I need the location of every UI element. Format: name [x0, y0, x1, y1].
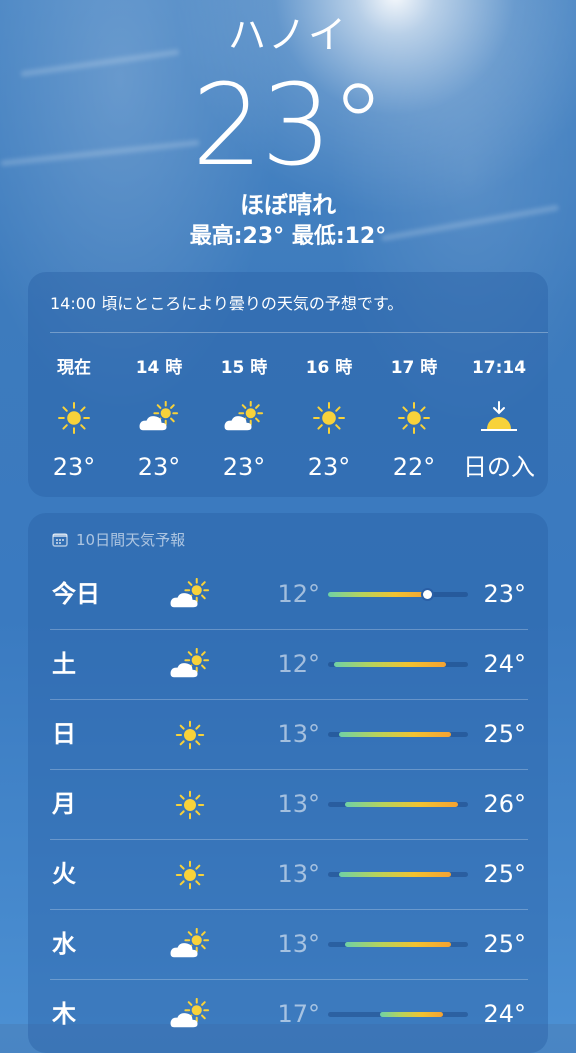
hourly-item: 14 時 23°: [119, 356, 199, 482]
day-label: 土: [52, 650, 76, 678]
hourly-temp: 22°: [392, 453, 436, 481]
high-temp: 23°: [483, 580, 526, 608]
temp-range-fill: [339, 732, 452, 737]
day-label: 今日: [52, 580, 100, 608]
sunset-icon: [459, 396, 539, 440]
hourly-item: 17 時 22°: [374, 356, 454, 482]
daily-row[interactable]: 日 13° 25°: [50, 699, 528, 769]
low-temp: 13°: [277, 930, 320, 958]
divider: [50, 332, 548, 333]
temp-range-fill: [379, 1012, 443, 1017]
hourly-time: 14 時: [135, 358, 183, 378]
daily-row[interactable]: 火 13° 25°: [50, 839, 528, 909]
low-temp: 12°: [277, 650, 320, 678]
current-weather-header: ハノイ 23° ほぼ晴れ 最高:23° 最低:12°: [0, 0, 576, 252]
temp-range-fill: [328, 592, 429, 597]
partly-cloudy-icon: [168, 643, 212, 687]
hourly-temp: 23°: [307, 453, 351, 481]
hourly-temp: 23°: [222, 453, 266, 481]
sun-icon: [374, 396, 454, 440]
high-temp: 26°: [483, 790, 526, 818]
high-temp: 24°: [483, 650, 526, 678]
sun-icon: [168, 713, 212, 757]
day-label: 水: [52, 930, 76, 958]
day-label: 月: [52, 790, 76, 818]
ten-day-title: 10日間天気予報: [52, 529, 185, 550]
temp-range-bar: [328, 872, 468, 877]
day-label: 日: [52, 720, 76, 748]
partly-cloudy-icon: [168, 923, 212, 967]
hourly-temp: 23°: [137, 453, 181, 481]
temp-range-bar: [328, 590, 468, 599]
hourly-summary: 14:00 頃にところにより曇りの天気の予想です。: [50, 294, 404, 313]
sun-icon: [34, 396, 114, 440]
hourly-time: 17:14: [471, 358, 527, 378]
ten-day-forecast-card[interactable]: 10日間天気予報 今日 12° 23° 土 12° 24° 日 13° 25° …: [28, 513, 548, 1053]
temp-range-fill: [333, 662, 446, 667]
partly-cloudy-icon: [119, 396, 199, 440]
sun-icon: [168, 853, 212, 897]
daily-row[interactable]: 木 17° 24°: [50, 979, 528, 1049]
low-temp: 17°: [277, 1000, 320, 1028]
daily-row[interactable]: 土 12° 24°: [50, 629, 528, 699]
hourly-time: 現在: [57, 358, 91, 378]
partly-cloudy-icon: [168, 993, 212, 1037]
hourly-item: 16 時 23°: [289, 356, 369, 482]
day-label: 木: [52, 1000, 76, 1028]
high-temp: 25°: [483, 720, 526, 748]
partly-cloudy-icon: [204, 396, 284, 440]
temp-range-bar: [328, 1012, 468, 1017]
hourly-temp: 日の入: [463, 453, 535, 481]
temp-range-bar: [328, 732, 468, 737]
hourly-item: 15 時 23°: [204, 356, 284, 482]
partly-cloudy-icon: [168, 573, 212, 617]
high-temp: 25°: [483, 930, 526, 958]
low-temp: 13°: [277, 720, 320, 748]
sun-icon: [289, 396, 369, 440]
temp-range-fill: [344, 802, 459, 807]
ten-day-title-label: 10日間天気予報: [76, 531, 186, 549]
calendar-icon: [52, 533, 68, 547]
daily-row[interactable]: 水 13° 25°: [50, 909, 528, 979]
hourly-item: 現在 23°: [34, 356, 114, 482]
high-low-text: 最高:23° 最低:12°: [189, 224, 387, 249]
daily-row[interactable]: 今日 12° 23°: [50, 559, 528, 629]
hourly-time: 16 時: [305, 358, 353, 378]
hourly-temp: 23°: [52, 453, 96, 481]
current-temp-marker: [423, 590, 433, 599]
high-temp: 25°: [483, 860, 526, 888]
low-temp: 12°: [277, 580, 320, 608]
daily-row[interactable]: 月 13° 26°: [50, 769, 528, 839]
high-temp: 24°: [483, 1000, 526, 1028]
day-label: 火: [52, 860, 76, 888]
city-name: ハノイ: [227, 13, 348, 57]
temp-range-bar: [328, 942, 468, 947]
hourly-item: 17:14 日の入: [459, 356, 539, 482]
temp-range-fill: [344, 942, 452, 947]
temp-range-bar: [328, 802, 468, 807]
temp-range-fill: [339, 872, 452, 877]
temp-range-bar: [328, 662, 468, 667]
condition-text: ほぼ晴れ: [240, 191, 336, 219]
hourly-time: 17 時: [390, 358, 438, 378]
sun-icon: [168, 783, 212, 827]
hourly-forecast-card[interactable]: 14:00 頃にところにより曇りの天気の予想です。 現在 23° 14 時 23°…: [28, 272, 548, 497]
hourly-time: 15 時: [220, 358, 268, 378]
current-temperature: 23°: [191, 61, 387, 191]
low-temp: 13°: [277, 860, 320, 888]
low-temp: 13°: [277, 790, 320, 818]
